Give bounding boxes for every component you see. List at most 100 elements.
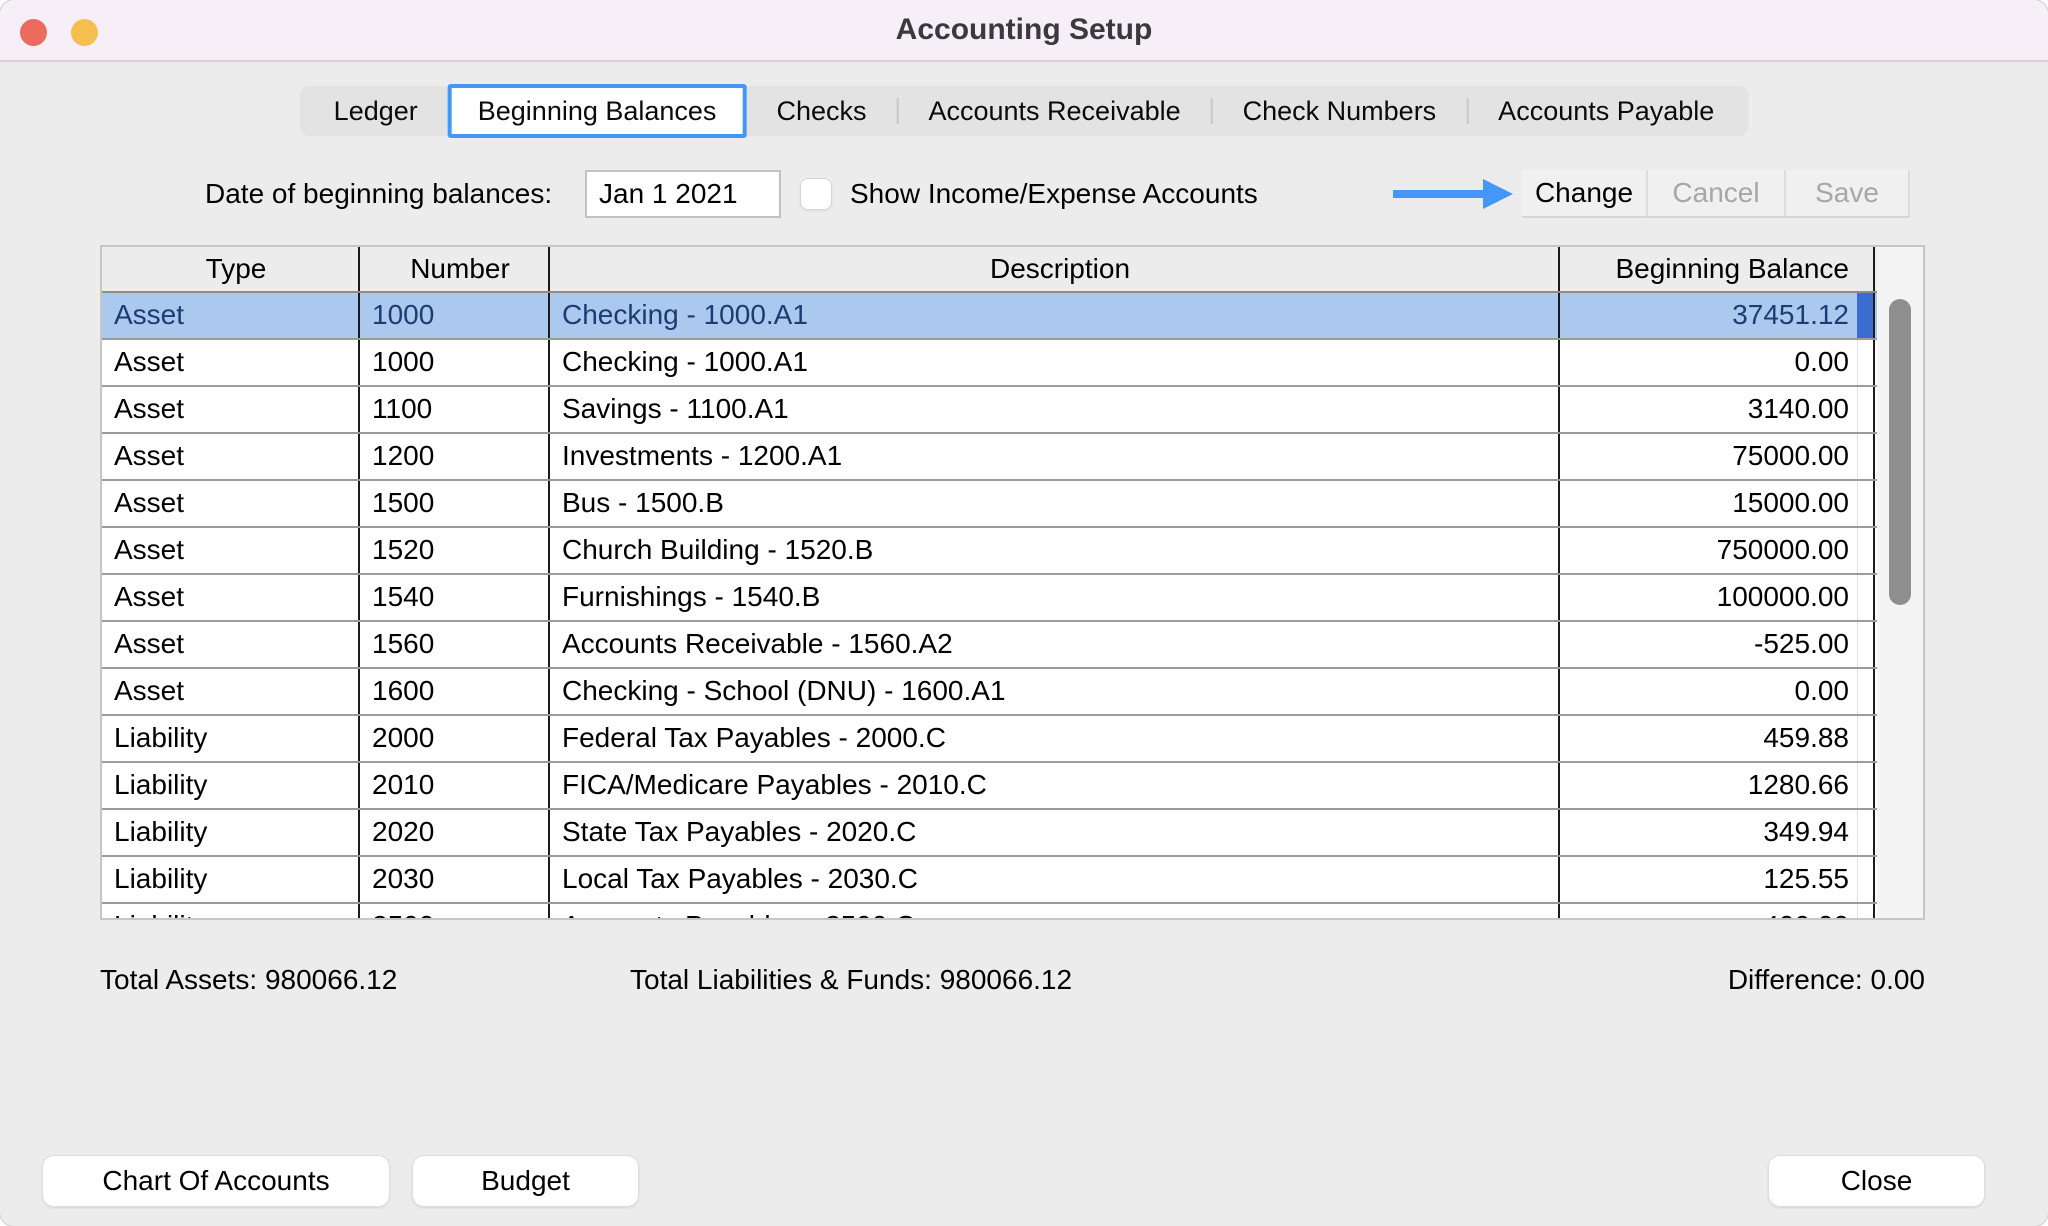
cell-type[interactable]: Asset	[102, 434, 360, 479]
cell-number[interactable]: 1520	[360, 528, 550, 573]
table-row[interactable]: Asset1560Accounts Receivable - 1560.A2-5…	[102, 622, 1923, 669]
cell-description[interactable]: Savings - 1100.A1	[550, 387, 1560, 432]
column-header-number[interactable]: Number	[360, 247, 550, 291]
cell-type[interactable]: Asset	[102, 575, 360, 620]
cell-number[interactable]: 1600	[360, 669, 550, 714]
column-header-beginning-balance[interactable]: Beginning Balance	[1560, 247, 1875, 291]
tab-ledger[interactable]: Ledger	[304, 86, 448, 136]
cell-balance[interactable]: 100000.00	[1560, 575, 1875, 620]
cell-type[interactable]: Liability	[102, 716, 360, 761]
cell-number[interactable]: 1100	[360, 387, 550, 432]
selection-strip	[1857, 716, 1873, 761]
cell-number[interactable]: 1500	[360, 481, 550, 526]
cell-description[interactable]: Accounts Payables - 2500.C	[550, 904, 1560, 920]
cell-description[interactable]: Checking - 1000.A1	[550, 293, 1560, 338]
cell-balance[interactable]: 750000.00	[1560, 528, 1875, 573]
cell-description[interactable]: Bus - 1500.B	[550, 481, 1560, 526]
show-income-expense-label: Show Income/Expense Accounts	[850, 170, 1258, 218]
tab-accounts-payable[interactable]: Accounts Payable	[1468, 86, 1744, 136]
selection-strip	[1857, 622, 1873, 667]
cell-balance[interactable]: 0.00	[1560, 669, 1875, 714]
chart-of-accounts-button[interactable]: Chart Of Accounts	[42, 1155, 390, 1207]
cell-type[interactable]: Liability	[102, 904, 360, 920]
selection-strip	[1857, 763, 1873, 808]
table-row[interactable]: Liability2030Local Tax Payables - 2030.C…	[102, 857, 1923, 904]
cancel-button[interactable]: Cancel	[1648, 170, 1786, 218]
show-income-expense-checkbox[interactable]	[800, 178, 832, 210]
save-button[interactable]: Save	[1786, 170, 1910, 218]
date-input[interactable]	[585, 170, 781, 218]
table-row[interactable]: Asset1540Furnishings - 1540.B100000.00	[102, 575, 1923, 622]
cell-number[interactable]: 2000	[360, 716, 550, 761]
cell-balance[interactable]: 37451.12	[1560, 293, 1875, 338]
cell-balance[interactable]: 75000.00	[1560, 434, 1875, 479]
selection-strip	[1857, 904, 1873, 920]
tab-checks[interactable]: Checks	[746, 86, 896, 136]
column-header-description[interactable]: Description	[550, 247, 1560, 291]
cell-type[interactable]: Asset	[102, 340, 360, 385]
cell-number[interactable]: 2020	[360, 810, 550, 855]
cell-balance[interactable]: 0.00	[1560, 340, 1875, 385]
cell-description[interactable]: Checking - 1000.A1	[550, 340, 1560, 385]
total-liabilities-text: Total Liabilities & Funds: 980066.12	[630, 962, 1072, 998]
cell-balance[interactable]: 400.00	[1560, 904, 1875, 920]
cell-number[interactable]: 2500	[360, 904, 550, 920]
cell-balance[interactable]: 125.55	[1560, 857, 1875, 902]
budget-button[interactable]: Budget	[412, 1155, 639, 1207]
table-row[interactable]: Asset1520Church Building - 1520.B750000.…	[102, 528, 1923, 575]
cell-type[interactable]: Liability	[102, 810, 360, 855]
column-header-type[interactable]: Type	[102, 247, 360, 291]
selection-strip	[1857, 857, 1873, 902]
close-button[interactable]: Close	[1768, 1155, 1985, 1207]
change-button[interactable]: Change	[1522, 170, 1648, 218]
table-row[interactable]: Liability2020State Tax Payables - 2020.C…	[102, 810, 1923, 857]
cell-balance[interactable]: 459.88	[1560, 716, 1875, 761]
cell-balance[interactable]: 1280.66	[1560, 763, 1875, 808]
cell-description[interactable]: Accounts Receivable - 1560.A2	[550, 622, 1560, 667]
scrollbar-thumb[interactable]	[1889, 299, 1911, 605]
cell-type[interactable]: Asset	[102, 387, 360, 432]
difference-value: 0.00	[1871, 964, 1926, 995]
cell-description[interactable]: State Tax Payables - 2020.C	[550, 810, 1560, 855]
cell-type[interactable]: Asset	[102, 669, 360, 714]
cell-number[interactable]: 2010	[360, 763, 550, 808]
tab-beginning-balances[interactable]: Beginning Balances	[448, 84, 747, 138]
cell-balance[interactable]: -525.00	[1560, 622, 1875, 667]
table-row[interactable]: Liability2500Accounts Payables - 2500.C4…	[102, 904, 1923, 920]
table-row[interactable]: Asset1600Checking - School (DNU) - 1600.…	[102, 669, 1923, 716]
table-row[interactable]: Liability2010FICA/Medicare Payables - 20…	[102, 763, 1923, 810]
cell-description[interactable]: Furnishings - 1540.B	[550, 575, 1560, 620]
cell-description[interactable]: Checking - School (DNU) - 1600.A1	[550, 669, 1560, 714]
tab-accounts-receivable[interactable]: Accounts Receivable	[898, 86, 1210, 136]
cell-description[interactable]: FICA/Medicare Payables - 2010.C	[550, 763, 1560, 808]
table-row[interactable]: Asset1200Investments - 1200.A175000.00	[102, 434, 1923, 481]
cell-balance[interactable]: 15000.00	[1560, 481, 1875, 526]
vertical-scrollbar[interactable]	[1877, 247, 1923, 918]
table-row[interactable]: Asset1100Savings - 1100.A13140.00	[102, 387, 1923, 434]
selection-strip	[1857, 481, 1873, 526]
cell-description[interactable]: Investments - 1200.A1	[550, 434, 1560, 479]
window-title: Accounting Setup	[0, 0, 2048, 60]
cell-number[interactable]: 1560	[360, 622, 550, 667]
cell-description[interactable]: Local Tax Payables - 2030.C	[550, 857, 1560, 902]
tab-check-numbers[interactable]: Check Numbers	[1213, 86, 1467, 136]
table-row[interactable]: Asset1000Checking - 1000.A10.00	[102, 340, 1923, 387]
cell-description[interactable]: Federal Tax Payables - 2000.C	[550, 716, 1560, 761]
cell-description[interactable]: Church Building - 1520.B	[550, 528, 1560, 573]
table-row[interactable]: Asset1000Checking - 1000.A137451.12	[102, 293, 1923, 340]
cell-type[interactable]: Asset	[102, 528, 360, 573]
cell-number[interactable]: 2030	[360, 857, 550, 902]
cell-balance[interactable]: 349.94	[1560, 810, 1875, 855]
cell-type[interactable]: Liability	[102, 857, 360, 902]
cell-number[interactable]: 1000	[360, 340, 550, 385]
cell-type[interactable]: Asset	[102, 293, 360, 338]
table-row[interactable]: Liability2000Federal Tax Payables - 2000…	[102, 716, 1923, 763]
cell-balance[interactable]: 3140.00	[1560, 387, 1875, 432]
cell-number[interactable]: 1200	[360, 434, 550, 479]
cell-type[interactable]: Asset	[102, 481, 360, 526]
cell-type[interactable]: Liability	[102, 763, 360, 808]
table-row[interactable]: Asset1500Bus - 1500.B15000.00	[102, 481, 1923, 528]
cell-number[interactable]: 1000	[360, 293, 550, 338]
cell-type[interactable]: Asset	[102, 622, 360, 667]
cell-number[interactable]: 1540	[360, 575, 550, 620]
